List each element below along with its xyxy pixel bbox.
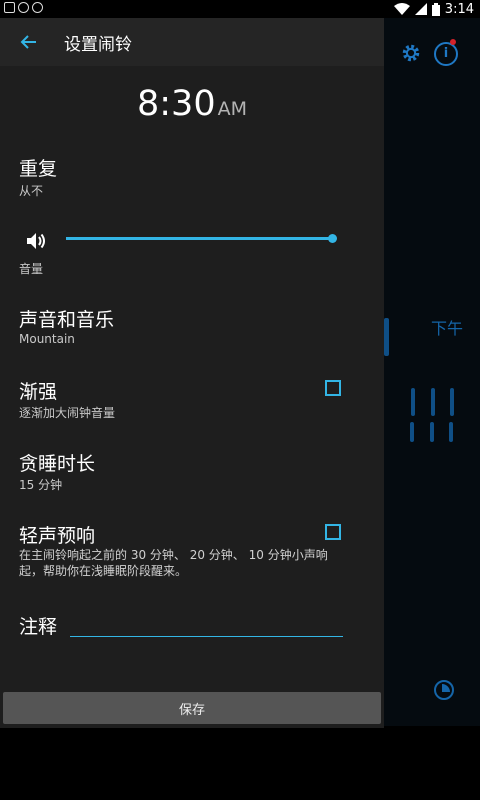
sound-value[interactable]: Mountain xyxy=(19,332,75,346)
note-input[interactable] xyxy=(70,614,343,637)
crescendo-description: 逐渐加大闹钟音量 xyxy=(19,406,116,420)
dialog-title: 设置闹铃 xyxy=(64,35,132,55)
volume-label: 音量 xyxy=(19,262,44,276)
pre-alarm-description: 在主闹铃响起之前的 30 分钟、 20 分钟、 10 分钟小声响起，帮助你在浅睡… xyxy=(19,548,328,578)
wifi-icon xyxy=(393,3,410,15)
pre-alarm-label[interactable]: 轻声预响 xyxy=(19,521,95,548)
snooze-label[interactable]: 贪睡时长 xyxy=(19,449,95,476)
status-time: 3:14 xyxy=(444,1,474,17)
crescendo-label[interactable]: 渐强 xyxy=(19,377,57,404)
clock-digit-segment xyxy=(431,388,435,416)
clock-digit-segment xyxy=(430,422,434,442)
repeat-label[interactable]: 重复 xyxy=(19,154,57,181)
signal-icon xyxy=(414,3,427,15)
notification-dot xyxy=(450,39,456,45)
period-label: 下午 xyxy=(431,319,464,338)
note-label: 注释 xyxy=(19,616,58,638)
battery-icon xyxy=(431,2,440,16)
save-button[interactable]: 保存 xyxy=(3,692,381,724)
crescendo-checkbox[interactable] xyxy=(325,380,341,396)
back-arrow-icon[interactable] xyxy=(14,30,42,54)
shield-icon xyxy=(32,2,43,13)
alarm-ampm[interactable]: AM xyxy=(218,98,247,120)
sound-label[interactable]: 声音和音乐 xyxy=(19,305,114,332)
repeat-value[interactable]: 从不 xyxy=(19,182,43,199)
pre-alarm-checkbox[interactable] xyxy=(325,524,341,540)
gear-icon xyxy=(402,44,420,62)
volume-icon xyxy=(27,233,45,249)
volume-slider-track[interactable] xyxy=(66,237,333,240)
clock-digit-segment xyxy=(410,422,414,442)
clock-digit-segment xyxy=(449,422,453,442)
alarm-time-value[interactable]: 8:30 xyxy=(137,84,216,124)
volume-slider-thumb[interactable] xyxy=(328,234,337,243)
clock-digit-segment xyxy=(450,388,454,416)
action-bar: 设置闹铃 xyxy=(0,18,384,66)
status-bar: 3:14 xyxy=(0,0,480,18)
background-app: i 下午 xyxy=(384,18,480,726)
android-icon xyxy=(18,2,29,13)
info-icon: i xyxy=(434,42,458,66)
clock-digit-segment xyxy=(384,318,389,356)
notification-icons xyxy=(4,2,43,13)
clock-digit-segment xyxy=(411,388,415,416)
gallery-icon xyxy=(4,2,15,13)
alarm-settings-dialog: 设置闹铃 8:30 AM 重复 从不 音量 声音和音乐 Mountain 渐强 逐… xyxy=(0,18,384,728)
snooze-value[interactable]: 15 分钟 xyxy=(19,476,62,493)
alarm-time[interactable]: 8:30 AM xyxy=(0,84,384,124)
